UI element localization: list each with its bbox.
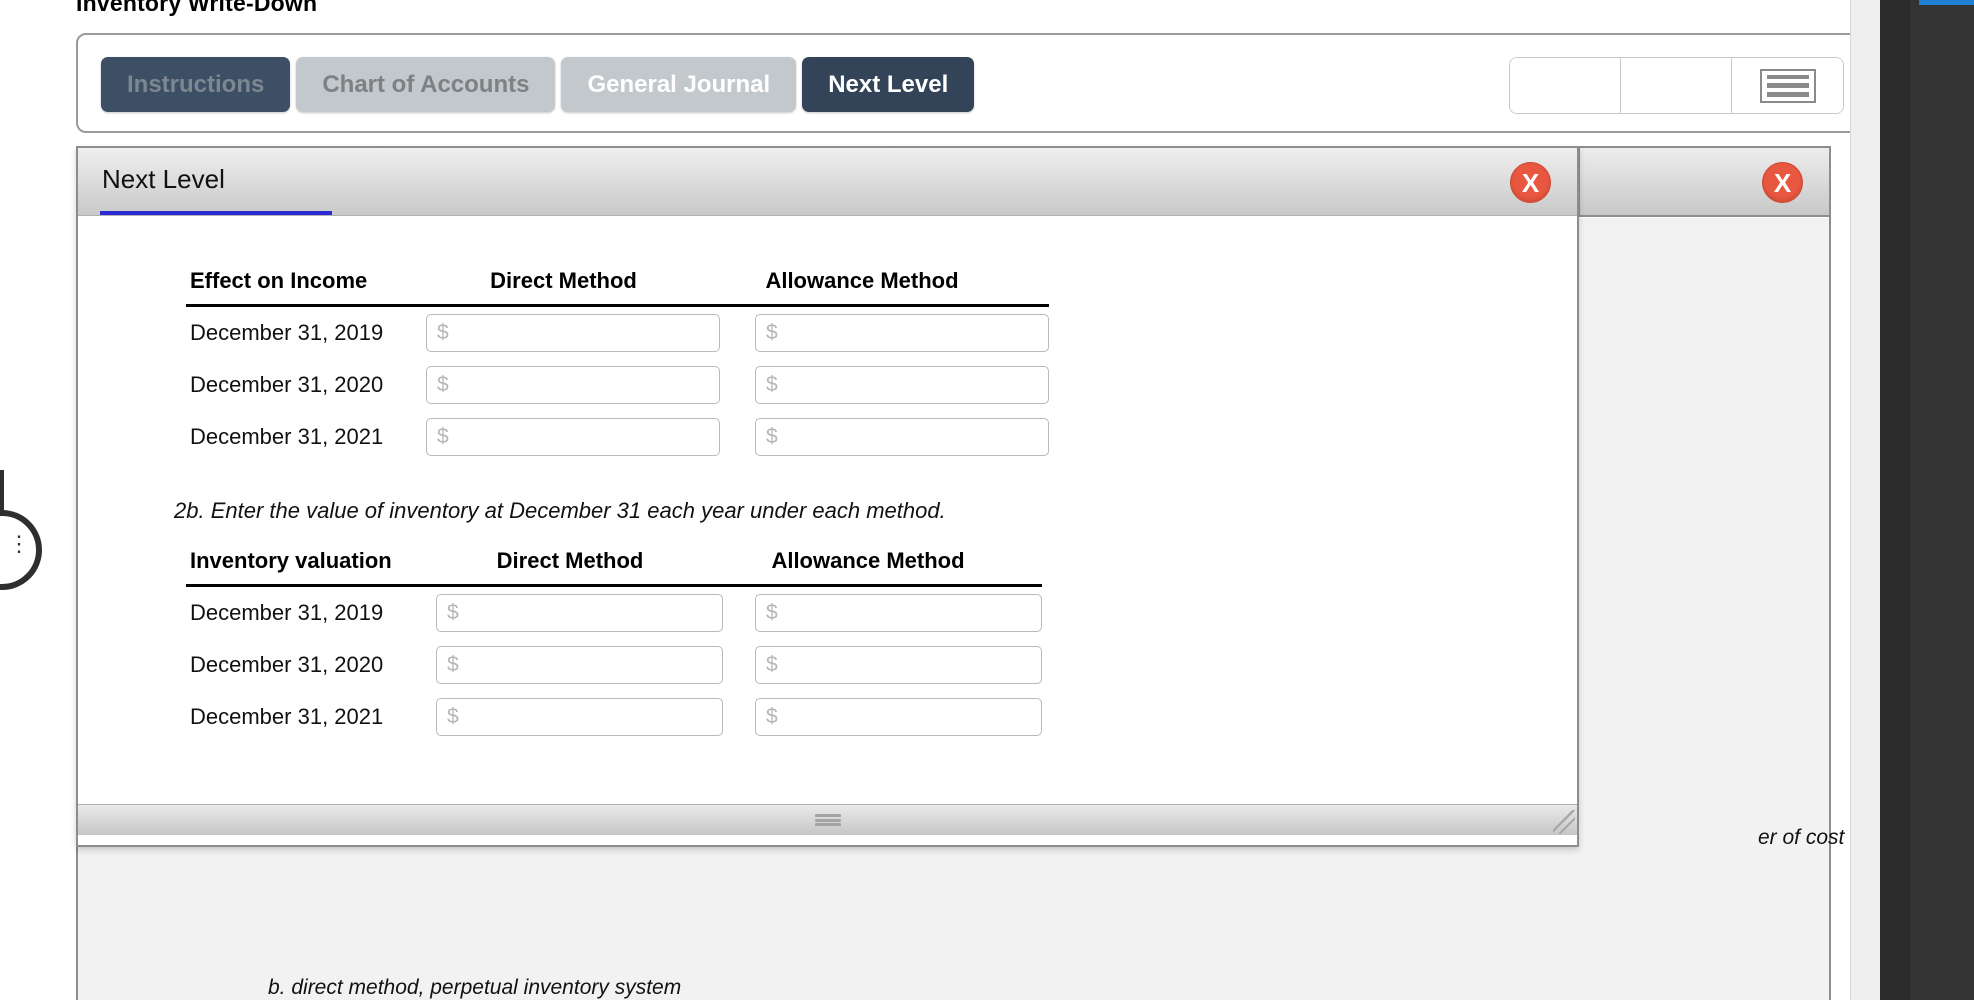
effect-allowance-input-2021[interactable] bbox=[755, 418, 1049, 456]
left-circle-control[interactable]: ⋮ bbox=[0, 510, 42, 590]
inventory-header-label: Inventory valuation bbox=[190, 548, 392, 573]
effect-on-income-table: Effect on Income Direct Method Allowance… bbox=[186, 268, 1049, 463]
inventory-row-label-2021: December 31, 2021 bbox=[190, 704, 384, 729]
secondary-window-close-icon[interactable]: X bbox=[1762, 162, 1803, 203]
secondary-window-titlebar: X bbox=[1578, 146, 1831, 217]
right-blue-indicator bbox=[1919, 0, 1974, 5]
screen-root: ⋮ Inventory Write-Down Instructions Char… bbox=[0, 0, 1974, 1000]
effect-row-label-2020: December 31, 2020 bbox=[190, 372, 384, 397]
inventory-allowance-input-2021[interactable] bbox=[755, 698, 1042, 736]
modal-resize-handle[interactable] bbox=[1553, 810, 1575, 834]
table-row: December 31, 2020 bbox=[186, 639, 1042, 691]
inventory-header-allowance: Allowance Method bbox=[771, 548, 965, 573]
effect-table-header-row: Effect on Income Direct Method Allowance… bbox=[186, 268, 1049, 307]
inventory-direct-input-2020[interactable] bbox=[436, 646, 723, 684]
toolbar-segment-group bbox=[1509, 57, 1844, 114]
toolbar-segment-1[interactable] bbox=[1510, 58, 1621, 113]
background-clipped-text-b: b. direct method, perpetual inventory sy… bbox=[268, 976, 682, 999]
right-dark-panel-inner bbox=[1910, 0, 1974, 1000]
table-row: December 31, 2021 bbox=[186, 691, 1042, 743]
table-row: December 31, 2021 bbox=[186, 411, 1049, 463]
inventory-allowance-input-2020[interactable] bbox=[755, 646, 1042, 684]
toolbar-segment-menu[interactable] bbox=[1732, 58, 1843, 113]
modal-title-underline bbox=[100, 211, 332, 215]
table-row: December 31, 2019 bbox=[186, 587, 1042, 639]
inventory-direct-input-2021[interactable] bbox=[436, 698, 723, 736]
inventory-header-direct: Direct Method bbox=[496, 548, 644, 573]
effect-row-label-2019: December 31, 2019 bbox=[190, 320, 384, 345]
effect-allowance-input-2020[interactable] bbox=[755, 366, 1049, 404]
effect-allowance-input-2019[interactable] bbox=[755, 314, 1049, 352]
effect-direct-input-2019[interactable] bbox=[426, 314, 720, 352]
toolbar-segment-2[interactable] bbox=[1621, 58, 1732, 113]
effect-direct-input-2021[interactable] bbox=[426, 418, 720, 456]
effect-header-allowance: Allowance Method bbox=[765, 268, 959, 293]
modal-footer bbox=[78, 804, 1577, 835]
background-clipped-text-cost: er of cost bbox=[1758, 826, 1845, 849]
inventory-allowance-input-2019[interactable] bbox=[755, 594, 1042, 632]
inventory-row-label-2019: December 31, 2019 bbox=[190, 600, 384, 625]
tab-panel: Instructions Chart of Accounts General J… bbox=[76, 33, 1869, 133]
modal-close-icon[interactable]: X bbox=[1510, 162, 1551, 203]
modal-body: Effect on Income Direct Method Allowance… bbox=[78, 216, 1577, 804]
effect-row-label-2021: December 31, 2021 bbox=[190, 424, 384, 449]
ellipsis-icon: ⋮ bbox=[8, 531, 30, 556]
modal-title: Next Level bbox=[102, 164, 225, 194]
inventory-row-label-2020: December 31, 2020 bbox=[190, 652, 384, 677]
modal-drag-grip[interactable] bbox=[814, 814, 841, 826]
tab-general-journal[interactable]: General Journal bbox=[561, 57, 797, 112]
table-row: December 31, 2020 bbox=[186, 359, 1049, 411]
right-dark-panel bbox=[1880, 0, 1974, 1000]
right-scroll-strip[interactable] bbox=[1850, 0, 1880, 1000]
tab-next-level[interactable]: Next Level bbox=[802, 57, 975, 112]
instruction-2b: 2b. Enter the value of inventory at Dece… bbox=[174, 498, 946, 523]
inventory-table-header-row: Inventory valuation Direct Method Allowa… bbox=[186, 548, 1042, 587]
modal-titlebar: Next Level X bbox=[78, 148, 1577, 216]
inventory-direct-input-2019[interactable] bbox=[436, 594, 723, 632]
effect-header-direct: Direct Method bbox=[490, 268, 637, 293]
next-level-modal: Next Level X Effect on Income Direct Met… bbox=[76, 146, 1579, 847]
hamburger-icon bbox=[1759, 68, 1816, 103]
tab-chart-of-accounts[interactable]: Chart of Accounts bbox=[296, 57, 556, 112]
tab-instructions[interactable]: Instructions bbox=[101, 57, 291, 112]
page-title: Inventory Write-Down bbox=[76, 0, 318, 16]
effect-direct-input-2020[interactable] bbox=[426, 366, 720, 404]
tab-list: Instructions Chart of Accounts General J… bbox=[101, 57, 975, 112]
inventory-valuation-table: Inventory valuation Direct Method Allowa… bbox=[186, 548, 1042, 743]
effect-header-label: Effect on Income bbox=[190, 268, 368, 293]
table-row: December 31, 2019 bbox=[186, 307, 1049, 359]
